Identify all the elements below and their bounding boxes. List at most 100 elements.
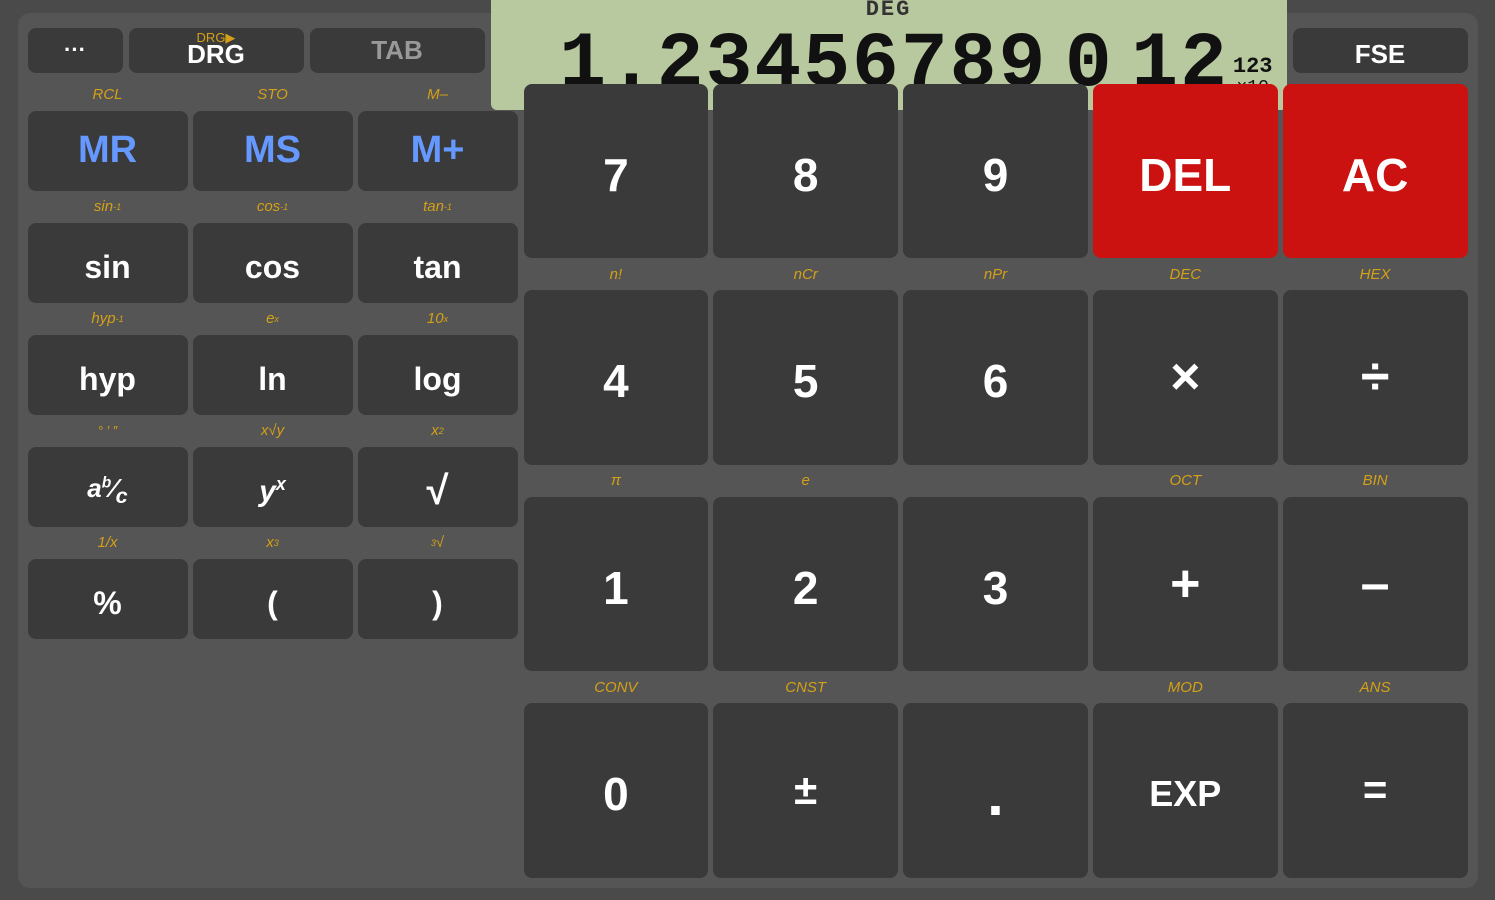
x3-label: x3 [193, 532, 353, 554]
btn-0[interactable]: 0 [524, 703, 709, 878]
lparen-button[interactable]: ( [193, 559, 353, 639]
sqrt-label: √ [427, 469, 449, 514]
row3-buttons: hyp ln log [28, 335, 518, 415]
row1-labels: RCL STO M– [28, 84, 518, 106]
drg-shift-button[interactable]: DRG▶ DRG [129, 28, 304, 73]
hex-label: HEX [1283, 263, 1468, 285]
oct-label: OCT [1093, 470, 1278, 492]
ncr-label: nCr [713, 263, 898, 285]
hyp-inv-label: hyp-1 [28, 308, 188, 330]
cos-label: cos [245, 249, 300, 286]
ln-label: ln [258, 361, 286, 398]
rparen-button[interactable]: ) [358, 559, 518, 639]
hyp-label: hyp [79, 361, 136, 398]
tab-label: TAB [371, 35, 423, 66]
row2-labels: sin-1 cos-1 tan-1 [28, 196, 518, 218]
btn-7[interactable]: 7 [524, 84, 709, 259]
tenx-label: 10x [358, 308, 518, 330]
hyp-button[interactable]: hyp [28, 335, 188, 415]
xrooty-label: x√y [193, 420, 353, 442]
cuberoot-label: 3√ [358, 532, 518, 554]
rparen-label: ) [432, 585, 443, 622]
btn-5[interactable]: 5 [713, 290, 898, 465]
dms-label: ° ′ ″ [28, 420, 188, 442]
row5-labels: 1/x x3 3√ [28, 532, 518, 554]
cos-inv-label: cos-1 [193, 196, 353, 218]
cos-button[interactable]: cos [193, 223, 353, 303]
divide-button[interactable]: ÷ [1283, 290, 1468, 465]
subtract-button[interactable]: – [1283, 497, 1468, 672]
percent-label: % [93, 585, 121, 622]
btn-6[interactable]: 6 [903, 290, 1088, 465]
empty2-label [903, 676, 1088, 698]
right-row3-labels: π e OCT BIN [524, 470, 1468, 492]
log-label: log [414, 361, 462, 398]
row5-buttons: % ( ) [28, 559, 518, 639]
tab-button[interactable]: TAB [310, 28, 485, 73]
top-bar: ··· DRG▶ DRG TAB DEG 1.23456789 0 12 123… [28, 23, 1468, 78]
mr-button[interactable]: MR [28, 111, 188, 191]
ac-button[interactable]: AC [1283, 84, 1468, 259]
x2-label: x2 [358, 420, 518, 442]
cnst-label: CNST [713, 676, 898, 698]
ms-button[interactable]: MS [193, 111, 353, 191]
btn-4[interactable]: 4 [524, 290, 709, 465]
right-row2: 4 5 6 × ÷ [524, 290, 1468, 465]
btn-2[interactable]: 2 [713, 497, 898, 672]
sqrt-button[interactable]: √ [358, 447, 518, 527]
row2-buttons: sin cos tan [28, 223, 518, 303]
frac-button[interactable]: ab⁄c [28, 447, 188, 527]
log-button[interactable]: log [358, 335, 518, 415]
drg-shift-label: DRG▶ [129, 30, 304, 46]
ln-button[interactable]: ln [193, 335, 353, 415]
right-row2-labels: n! nCr nPr DEC HEX [524, 263, 1468, 285]
mplus-label: M+ [411, 129, 465, 172]
add-button[interactable]: + [1093, 497, 1278, 672]
fse-button[interactable]: FSE [1293, 28, 1468, 73]
dots-label: ··· [64, 37, 86, 63]
del-button[interactable]: DEL [1093, 84, 1278, 259]
btn-3[interactable]: 3 [903, 497, 1088, 672]
ex-label: ex [193, 308, 353, 330]
mminus-label: M– [358, 84, 518, 106]
mr-label: MR [78, 129, 137, 172]
ms-label: MS [244, 129, 301, 172]
right-row1: 7 8 9 DEL AC [524, 84, 1468, 259]
row1-buttons: MR MS M+ [28, 111, 518, 191]
left-panel: RCL STO M– MR MS M+ sin-1 cos-1 t [28, 84, 518, 878]
row3-labels: hyp-1 ex 10x [28, 308, 518, 330]
sin-label: sin [84, 249, 130, 286]
mplus-button[interactable]: M+ [358, 111, 518, 191]
main-area: RCL STO M– MR MS M+ sin-1 cos-1 t [28, 84, 1468, 878]
yx-button[interactable]: yx [193, 447, 353, 527]
rcl-label: RCL [28, 84, 188, 106]
row4-labels: ° ′ ″ x√y x2 [28, 420, 518, 442]
btn-8[interactable]: 8 [713, 84, 898, 259]
btn-9[interactable]: 9 [903, 84, 1088, 259]
sin-button[interactable]: sin [28, 223, 188, 303]
exp-button[interactable]: EXP [1093, 703, 1278, 878]
pi-label: π [524, 470, 709, 492]
percent-button[interactable]: % [28, 559, 188, 639]
right-panel: 7 8 9 DEL AC n! nCr nPr D [524, 84, 1468, 878]
tan-button[interactable]: tan [358, 223, 518, 303]
multiply-button[interactable]: × [1093, 290, 1278, 465]
sto-label: STO [193, 84, 353, 106]
calculator: ··· DRG▶ DRG TAB DEG 1.23456789 0 12 123… [18, 13, 1478, 888]
btn-1[interactable]: 1 [524, 497, 709, 672]
tan-label: tan [414, 249, 462, 286]
ans-label: ANS [1283, 676, 1468, 698]
plusminus-button[interactable]: ± [713, 703, 898, 878]
frac-label: ab⁄c [87, 473, 127, 509]
nfact-label: n! [524, 263, 709, 285]
right-row4-labels: CONV CNST MOD ANS [524, 676, 1468, 698]
right-row4: 0 ± . EXP = [524, 703, 1468, 878]
bin-label: BIN [1283, 470, 1468, 492]
decimal-button[interactable]: . [903, 703, 1088, 878]
row4-buttons: ab⁄c yx √ [28, 447, 518, 527]
sin-inv-label: sin-1 [28, 196, 188, 218]
equals-button[interactable]: = [1283, 703, 1468, 878]
menu-button[interactable]: ··· [28, 28, 123, 73]
reciprocal-label: 1/x [28, 532, 188, 554]
empty-label [903, 470, 1088, 492]
